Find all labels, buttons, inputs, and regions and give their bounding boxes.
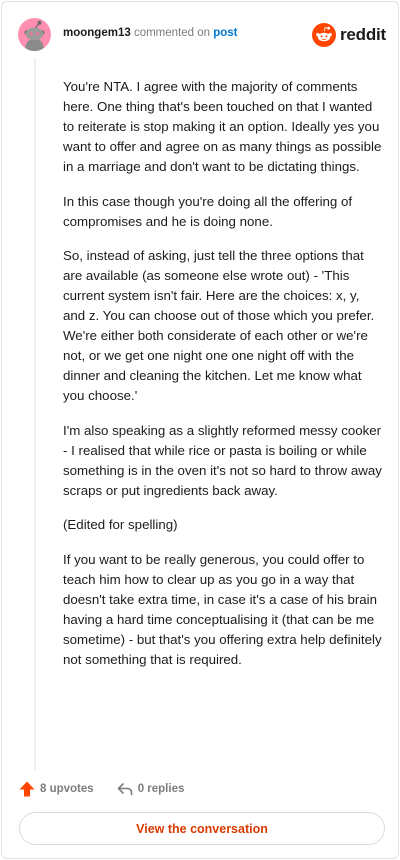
comment-header: moongem13 commented on post	[63, 27, 238, 39]
brand-wordmark: reddit	[340, 25, 387, 44]
post-link[interactable]: post	[213, 27, 237, 39]
comment-paragraph: If you want to be really generous, you c…	[63, 551, 382, 667]
commented-on-text: commented on	[133, 27, 211, 39]
comment-body: You're NTA. I agree with the majority of…	[63, 77, 385, 685]
username-link[interactable]: moongem13	[63, 27, 131, 39]
reddit-snoo-icon	[312, 23, 336, 47]
replies-button[interactable]: 0 replies	[116, 780, 185, 798]
comment-paragraph: I'm also speaking as a slightly reformed…	[63, 422, 382, 498]
snoo-avatar-icon	[24, 20, 45, 51]
thread-line	[34, 58, 36, 770]
user-avatar[interactable]	[18, 18, 51, 51]
comment-paragraph: So, instead of asking, just tell the thr…	[63, 248, 375, 404]
upvote-button[interactable]: 8 upvotes	[18, 780, 94, 798]
comment-paragraph: (Edited for spelling)	[63, 517, 178, 533]
upvote-count: 8 upvotes	[40, 783, 94, 795]
comment-paragraph: In this case though you're doing all the…	[63, 193, 353, 229]
reply-arrow-icon	[117, 783, 132, 796]
comment-paragraph: You're NTA. I agree with the majority of…	[63, 79, 382, 174]
view-conversation-button[interactable]: View the conversation	[19, 812, 385, 845]
comment-actions: 8 upvotes 0 replies	[18, 779, 184, 799]
comment-card: moongem13 commented on post reddit You'r…	[1, 1, 399, 859]
reddit-logo[interactable]: reddit	[312, 23, 386, 47]
reply-count: 0 replies	[137, 783, 185, 795]
upvote-arrow-icon	[19, 781, 35, 797]
